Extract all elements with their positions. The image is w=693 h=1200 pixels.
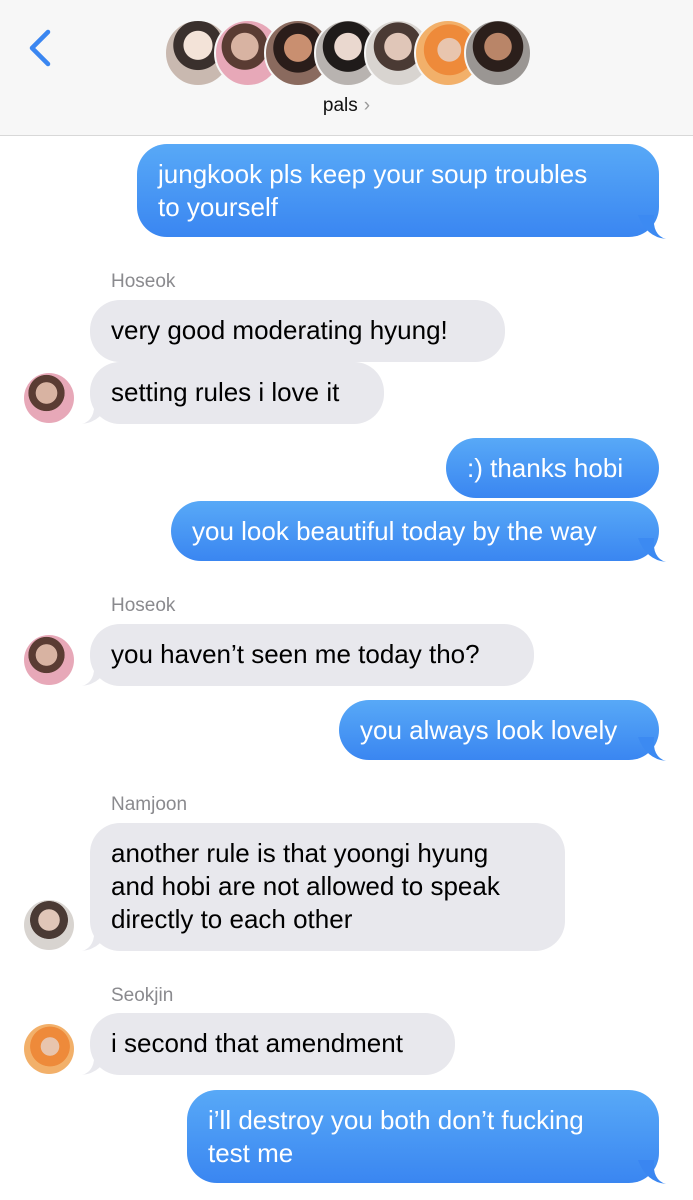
conversation-header: pals › [0, 0, 693, 136]
message-bubble-incoming[interactable]: you haven’t seen me today tho? [90, 624, 534, 686]
message-bubble-outgoing[interactable]: you always look lovely [339, 700, 659, 760]
chevron-right-icon: › [363, 95, 371, 116]
sender-avatar [24, 900, 74, 950]
bubble-tail [638, 737, 666, 761]
message-bubble-incoming[interactable]: setting rules i love it [90, 362, 384, 424]
group-name-button[interactable]: pals › [0, 95, 693, 117]
bubble-tail [82, 1051, 110, 1075]
sender-name: Namjoon [111, 794, 188, 815]
sender-name: Hoseok [111, 595, 176, 616]
chevron-left-icon [29, 29, 51, 67]
message-text-line: you always look lovely [360, 715, 618, 745]
message-bubble-outgoing[interactable]: you look beautiful today by the way [171, 501, 659, 561]
bubble-tail [638, 215, 666, 239]
sender-avatar [24, 635, 74, 685]
message-bubble-outgoing[interactable]: i’ll destroy you both don’t fucking test… [187, 1090, 659, 1183]
message-text-line: you haven’t seen me today tho? [111, 639, 480, 669]
message-text-line: jungkook pls keep your soup troubles [158, 159, 588, 189]
message-text-line: you look beautiful today by the way [192, 516, 597, 546]
message-bubble-outgoing[interactable]: jungkook pls keep your soup troubles to … [137, 144, 659, 237]
message-text-line: setting rules i love it [111, 377, 340, 407]
bubble-tail [638, 1160, 666, 1184]
back-button[interactable] [22, 26, 58, 70]
member-avatar-7 [464, 19, 532, 87]
message-text-line: to yourself [158, 192, 278, 222]
message-text-line: i second that amendment [111, 1028, 403, 1058]
sender-avatar [24, 1024, 74, 1074]
bubble-tail [82, 400, 110, 424]
bubble-tail [82, 927, 110, 951]
message-text-line: :) thanks hobi [467, 453, 624, 483]
bubble-tail [638, 538, 666, 562]
sender-name: Seokjin [111, 985, 174, 1006]
message-text-line: i’ll destroy you both don’t fucking [208, 1105, 584, 1135]
message-bubble-outgoing[interactable]: :) thanks hobi [446, 438, 659, 498]
message-text-line: test me [208, 1138, 294, 1168]
bubble-tail [82, 662, 110, 686]
message-text-line: directly to each other [111, 904, 353, 934]
message-bubble-incoming[interactable]: i second that amendment [90, 1013, 455, 1075]
message-bubble-incoming[interactable]: another rule is that yoongi hyung and ho… [90, 823, 565, 951]
group-name-label: pals [322, 95, 358, 116]
sender-name: Hoseok [111, 271, 176, 292]
message-text-line: very good moderating hyung! [111, 315, 448, 345]
group-avatar-stack[interactable] [164, 19, 532, 89]
message-text-line: another rule is that yoongi hyung [111, 838, 489, 868]
sender-avatar [24, 373, 74, 423]
message-text-line: and hobi are not allowed to speak [111, 871, 500, 901]
message-bubble-incoming[interactable]: very good moderating hyung! [90, 300, 505, 362]
